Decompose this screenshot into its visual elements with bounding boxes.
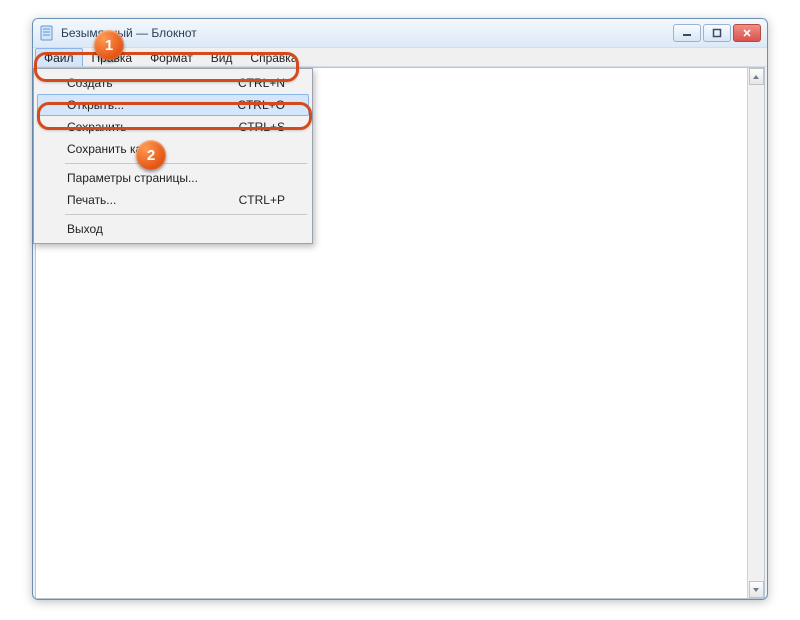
close-button[interactable] <box>733 24 761 42</box>
notepad-icon <box>39 25 55 41</box>
file-menu-dropdown: Создать CTRL+N Открыть... CTRL+O Сохрани… <box>33 68 313 244</box>
maximize-button[interactable] <box>703 24 731 42</box>
window-title: Безымянный — Блокнот <box>61 26 673 40</box>
menu-item-label: Создать <box>67 76 238 90</box>
menu-item-open[interactable]: Открыть... CTRL+O <box>37 94 309 116</box>
menu-view[interactable]: Вид <box>202 48 242 66</box>
menu-item-new[interactable]: Создать CTRL+N <box>37 72 309 94</box>
menu-separator <box>65 163 307 164</box>
menu-separator <box>65 214 307 215</box>
menu-item-save[interactable]: Сохранить CTRL+S <box>37 116 309 138</box>
menu-item-label: Сохранить <box>67 120 239 134</box>
menu-item-print[interactable]: Печать... CTRL+P <box>37 189 309 211</box>
menu-item-shortcut: CTRL+S <box>239 120 285 134</box>
menu-item-page-setup[interactable]: Параметры страницы... <box>37 167 309 189</box>
menubar: Файл Правка Формат Вид Справка <box>33 47 767 67</box>
window-controls <box>673 24 761 42</box>
menu-item-label: Выход <box>67 222 285 236</box>
vertical-scrollbar[interactable] <box>747 68 764 598</box>
menu-format[interactable]: Формат <box>141 48 202 66</box>
menu-item-shortcut: CTRL+O <box>237 98 285 112</box>
scroll-up-button[interactable] <box>749 68 764 85</box>
menu-item-shortcut: CTRL+P <box>239 193 285 207</box>
menu-item-label: Печать... <box>67 193 239 207</box>
titlebar[interactable]: Безымянный — Блокнот <box>33 19 767 47</box>
menu-item-label: Сохранить как... <box>67 142 285 156</box>
menu-edit[interactable]: Правка <box>83 48 142 66</box>
menu-file[interactable]: Файл <box>35 48 83 66</box>
minimize-button[interactable] <box>673 24 701 42</box>
menu-help[interactable]: Справка <box>241 48 306 66</box>
menu-item-shortcut: CTRL+N <box>238 76 285 90</box>
menu-item-save-as[interactable]: Сохранить как... <box>37 138 309 160</box>
menu-item-label: Открыть... <box>67 98 237 112</box>
menu-item-exit[interactable]: Выход <box>37 218 309 240</box>
menu-item-label: Параметры страницы... <box>67 171 285 185</box>
scroll-down-button[interactable] <box>749 581 764 598</box>
